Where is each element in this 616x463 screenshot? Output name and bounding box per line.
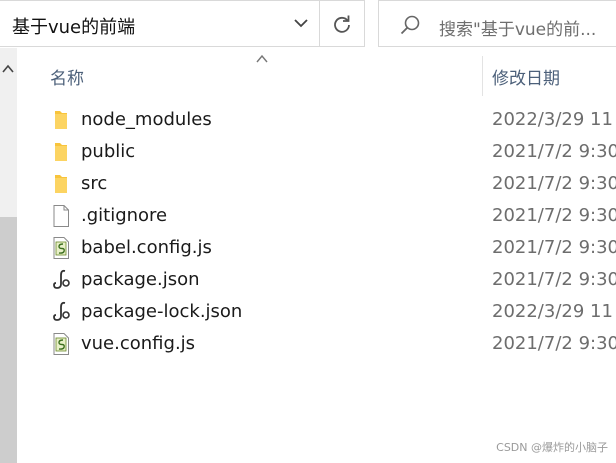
refresh-icon: [334, 15, 350, 33]
json-file-icon: [53, 301, 70, 321]
address-path[interactable]: 基于vue的前端: [12, 13, 135, 39]
column-header-date-modified[interactable]: 修改日期: [492, 64, 560, 89]
blank-file-icon: [53, 205, 69, 227]
file-date: 2021/7/2 9:30: [492, 205, 616, 226]
column-header-name[interactable]: 名称: [50, 64, 84, 89]
javascript-file-icon: [53, 237, 69, 259]
scrollbar-thumb[interactable]: [0, 217, 17, 463]
file-date: 2021/7/2 9:30: [492, 333, 616, 354]
vertical-scrollbar[interactable]: [0, 48, 17, 463]
file-row-src[interactable]: src 2021/7/2 9:30: [17, 168, 616, 200]
file-row-gitignore[interactable]: .gitignore 2021/7/2 9:30: [17, 200, 616, 232]
search-icon: [400, 15, 420, 35]
file-list: node_modules 2022/3/29 11 public 2021/7/…: [17, 104, 616, 360]
column-divider[interactable]: [482, 56, 483, 96]
scroll-up-arrow-icon[interactable]: [1, 62, 15, 76]
file-row-package-lock-json[interactable]: package-lock.json 2022/3/29 11: [17, 296, 616, 328]
folder-icon: [55, 143, 67, 161]
file-name: babel.config.js: [81, 237, 212, 258]
file-date: 2021/7/2 9:30: [492, 173, 616, 194]
file-row-node-modules[interactable]: node_modules 2022/3/29 11: [17, 104, 616, 136]
javascript-file-icon: [53, 333, 69, 355]
refresh-button[interactable]: [319, 0, 365, 47]
file-name: package-lock.json: [81, 301, 243, 322]
address-bar[interactable]: 基于vue的前端: [0, 0, 320, 47]
file-row-vue-config[interactable]: vue.config.js 2021/7/2 9:30: [17, 328, 616, 360]
file-name: public: [81, 141, 136, 162]
file-name: src: [81, 173, 108, 194]
search-placeholder: 搜索"基于vue的前...: [439, 20, 597, 40]
file-row-public[interactable]: public 2021/7/2 9:30: [17, 136, 616, 168]
file-name: .gitignore: [81, 205, 168, 226]
folder-icon: [55, 175, 67, 193]
file-date: 2021/7/2 9:30: [492, 269, 616, 290]
watermark: CSDN @爆炸的小脑子: [496, 441, 608, 454]
file-date: 2022/3/29 11: [492, 301, 613, 322]
chevron-down-icon: [294, 19, 308, 28]
file-date: 2022/3/29 11: [492, 109, 613, 130]
sort-ascending-icon: [256, 54, 268, 63]
address-dropdown-button[interactable]: [283, 1, 319, 46]
file-name: node_modules: [81, 109, 212, 130]
json-file-icon: [53, 269, 70, 289]
file-name: package.json: [81, 269, 200, 290]
file-name: vue.config.js: [81, 333, 196, 354]
file-date: 2021/7/2 9:30: [492, 237, 616, 258]
file-date: 2021/7/2 9:30: [492, 141, 616, 162]
file-row-babel-config[interactable]: babel.config.js 2021/7/2 9:30: [17, 232, 616, 264]
folder-icon: [55, 111, 67, 129]
search-input[interactable]: 搜索"基于vue的前...: [378, 0, 616, 47]
file-row-package-json[interactable]: package.json 2021/7/2 9:30: [17, 264, 616, 296]
